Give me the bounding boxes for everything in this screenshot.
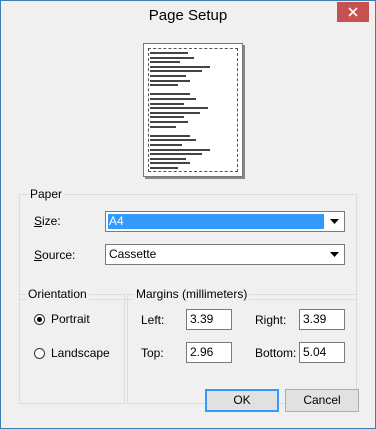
preview-text-line: [150, 61, 180, 64]
preview-text-line: [150, 125, 176, 128]
chevron-down-icon: [330, 251, 339, 257]
preview-text-line: [150, 153, 202, 156]
preview-text-line: [150, 111, 200, 114]
landscape-radio[interactable]: Landscape: [34, 346, 110, 360]
source-value: Cassette: [109, 247, 157, 261]
top-margin-input[interactable]: 2.96: [186, 342, 232, 363]
size-dropdown-button[interactable]: [326, 213, 343, 230]
portrait-radio-dot[interactable]: [34, 313, 45, 325]
dialog-body: Paper Size: A4 Source: Cassette Orientat…: [9, 31, 367, 422]
close-icon: [348, 7, 358, 17]
preview-text-line: [150, 162, 190, 165]
preview-text-line: [150, 98, 196, 100]
preview-text-line: [150, 148, 210, 151]
preview-text-line: [150, 65, 210, 68]
source-label-text: ource:: [42, 248, 76, 262]
chevron-down-icon: [330, 218, 339, 224]
preview-text-line: [150, 107, 208, 110]
left-margin-input[interactable]: 3.39: [186, 309, 232, 330]
page-setup-dialog: Page Setup Paper Size: A4 Source: Casset…: [0, 0, 376, 429]
landscape-label: Landscape: [51, 346, 110, 360]
preview-text-line: [150, 139, 196, 142]
preview-text-line: [150, 121, 188, 123]
preview-text-line: [150, 134, 190, 137]
size-label-text: ize:: [42, 214, 61, 228]
preview-text-line: [150, 157, 186, 160]
orientation-legend: Orientation: [26, 287, 89, 301]
preview-text-line: [150, 102, 184, 105]
preview-text-line: [150, 93, 190, 96]
landscape-radio-dot[interactable]: [34, 347, 45, 359]
portrait-label: Portrait: [51, 312, 90, 326]
bottom-margin-input[interactable]: 5.04: [299, 342, 345, 363]
source-dropdown-button[interactable]: [326, 246, 343, 263]
page-preview: [143, 43, 243, 177]
margins-legend: Margins (millimeters): [134, 287, 250, 301]
size-value: A4: [108, 214, 324, 229]
right-margin-input[interactable]: 3.39: [299, 309, 345, 330]
preview-text-line: [150, 144, 182, 146]
paper-legend: Paper: [28, 187, 65, 201]
cancel-button[interactable]: Cancel: [285, 389, 359, 412]
size-label: Size:: [34, 214, 61, 228]
preview-text-line: [150, 56, 194, 59]
close-button[interactable]: [337, 2, 369, 22]
preview-text-line: [150, 70, 202, 73]
top-margin-label: Top:: [141, 346, 164, 360]
preview-text-line: [150, 116, 184, 119]
title-bar: Page Setup: [1, 1, 375, 31]
preview-text-line: [150, 84, 178, 87]
source-dropdown[interactable]: Cassette: [105, 244, 345, 265]
portrait-radio[interactable]: Portrait: [34, 312, 90, 326]
preview-text-line: [150, 79, 190, 82]
window-title: Page Setup: [148, 7, 228, 24]
source-label: Source:: [34, 248, 76, 262]
left-margin-label: Left:: [141, 313, 165, 327]
preview-text-line: [150, 75, 186, 77]
right-margin-label: Right:: [255, 313, 287, 327]
ok-button[interactable]: OK: [205, 389, 279, 412]
preview-text-line: [150, 167, 178, 169]
bottom-margin-label: Bottom:: [255, 346, 297, 360]
preview-text-line: [150, 52, 188, 54]
size-dropdown[interactable]: A4: [105, 211, 345, 232]
